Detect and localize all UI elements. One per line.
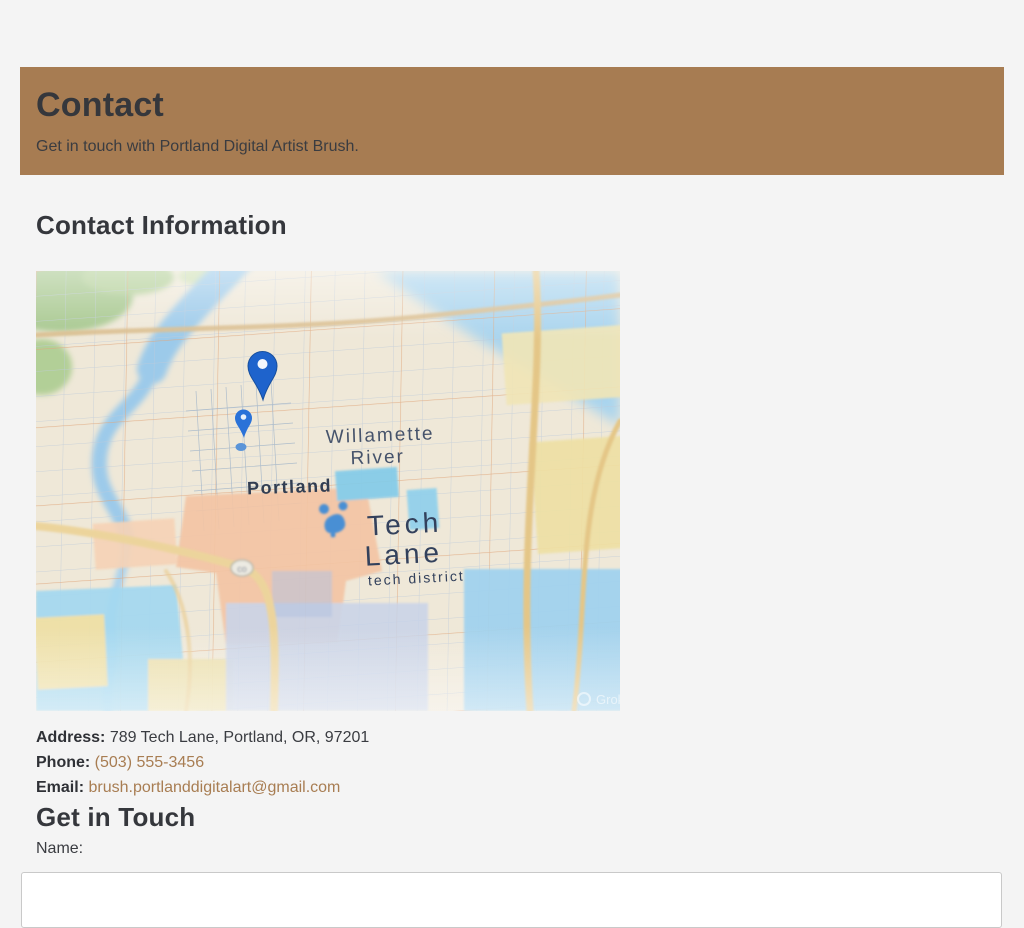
email-link[interactable]: brush.portlanddigitalart@gmail.com — [88, 779, 340, 796]
address-label: Address: — [36, 729, 105, 746]
contact-information-heading: Contact Information — [36, 210, 287, 240]
phone-link[interactable]: (503) 555-3456 — [95, 754, 204, 771]
svg-text:co: co — [237, 564, 247, 574]
svg-text:Willamette: Willamette — [325, 423, 434, 448]
map-dot-marker-icon — [236, 443, 247, 451]
svg-text:River: River — [350, 446, 405, 469]
name-input[interactable] — [21, 872, 1002, 928]
contact-details: Address: 789 Tech Lane, Portland, OR, 97… — [36, 725, 369, 800]
portland-map-image: Willamette River Portland Tech Lane tech… — [36, 271, 620, 711]
page-subtitle: Get in touch with Portland Digital Artis… — [36, 137, 988, 157]
email-label: Email: — [36, 779, 84, 796]
map-road-shield-icon: co — [231, 560, 253, 576]
map-haze-top — [36, 271, 620, 341]
page-title: Contact — [36, 88, 988, 122]
map-haze-bottom — [36, 626, 620, 711]
address-value: 789 Tech Lane, Portland, OR, 97201 — [110, 729, 369, 746]
get-in-touch-heading: Get in Touch — [36, 802, 195, 832]
svg-text:Grok: Grok — [596, 692, 620, 707]
svg-text:Lane: Lane — [364, 537, 444, 572]
address-line: Address: 789 Tech Lane, Portland, OR, 97… — [36, 725, 369, 750]
phone-label: Phone: — [36, 754, 90, 771]
phone-line: Phone: (503) 555-3456 — [36, 750, 369, 775]
hero-banner: Contact Get in touch with Portland Digit… — [20, 67, 1004, 175]
email-line: Email: brush.portlanddigitalart@gmail.co… — [36, 775, 369, 800]
name-label: Name: — [36, 839, 83, 859]
map-city-label: Portland — [247, 475, 333, 498]
map-graphic: Willamette River Portland Tech Lane tech… — [36, 271, 620, 711]
